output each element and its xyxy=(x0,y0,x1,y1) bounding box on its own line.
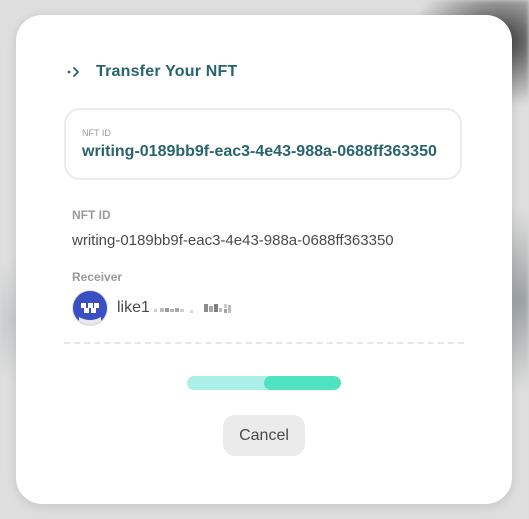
cancel-button[interactable]: Cancel xyxy=(223,415,305,456)
identicon-avatar xyxy=(72,290,108,326)
nft-id-card-label: NFT ID xyxy=(82,128,111,138)
progress-fill xyxy=(264,376,341,390)
receiver-row: like1 xyxy=(72,290,248,326)
dialog-header: Transfer Your NFT xyxy=(66,63,238,81)
nft-id-card: NFT ID writing-0189bb9f-eac3-4e43-988a-0… xyxy=(64,108,462,180)
dialog-title: Transfer Your NFT xyxy=(96,63,238,80)
chevron-right-dotted-icon xyxy=(67,67,79,77)
nft-id-label: NFT ID xyxy=(72,208,111,222)
nft-id-card-value: writing-0189bb9f-eac3-4e43-988a-0688ff36… xyxy=(82,143,437,160)
transfer-progress-bar xyxy=(187,376,341,390)
transfer-nft-dialog: Transfer Your NFT NFT ID writing-0189bb9… xyxy=(16,15,512,504)
receiver-address-prefix: like1 xyxy=(117,299,150,316)
receiver-label: Receiver xyxy=(72,270,123,284)
receiver-address: like1 xyxy=(117,299,248,317)
nft-id-value: writing-0189bb9f-eac3-4e43-988a-0688ff36… xyxy=(72,232,394,249)
dashed-divider xyxy=(64,342,464,344)
identicon-pattern xyxy=(79,303,101,325)
redacted-address-mosaic xyxy=(153,303,231,313)
